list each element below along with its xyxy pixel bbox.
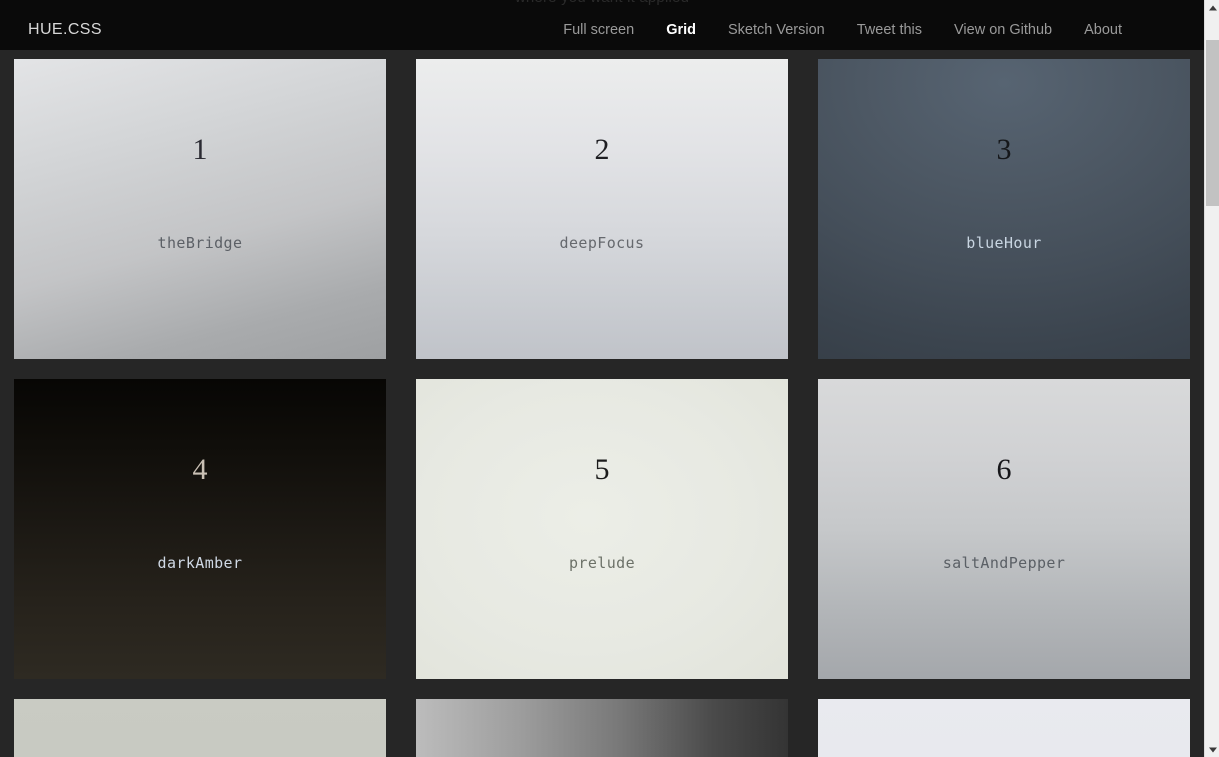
- palette-card-number: 5: [594, 453, 610, 486]
- palette-card-inner: 5 prelude: [416, 379, 788, 679]
- palette-card-label: saltAndPepper: [942, 554, 1066, 572]
- palette-card-label: prelude: [568, 554, 635, 572]
- palette-card[interactable]: 2 deepFocus: [416, 59, 788, 359]
- palette-card[interactable]: 4 darkAmber: [14, 379, 386, 679]
- palette-card-number: 3: [996, 133, 1012, 166]
- nav-item-grid[interactable]: Grid: [650, 18, 712, 42]
- brand-logo[interactable]: HUE.CSS: [28, 21, 102, 39]
- palette-card-inner: 7: [14, 699, 386, 757]
- palette-card-number: 1: [192, 133, 208, 166]
- palette-card-inner: 6 saltAndPepper: [818, 379, 1190, 679]
- scroll-down-button[interactable]: [1205, 742, 1219, 757]
- palette-card-number: 4: [192, 453, 208, 486]
- palette-card[interactable]: 9: [818, 699, 1190, 757]
- nav-item-tweet-this[interactable]: Tweet this: [841, 18, 938, 42]
- palette-card-inner: 4 darkAmber: [14, 379, 386, 679]
- browser-viewport: where you want it applied HUE.CSS Full s…: [0, 0, 1204, 757]
- palette-card-label: theBridge: [157, 234, 243, 252]
- palette-card-inner: 8: [416, 699, 788, 757]
- palette-card-inner: 2 deepFocus: [416, 59, 788, 359]
- nav-item-view-on-github[interactable]: View on Github: [938, 18, 1068, 42]
- tagline-text: where you want it applied: [0, 0, 1204, 6]
- nav-item-full-screen[interactable]: Full screen: [547, 18, 650, 42]
- scrollbar-thumb[interactable]: [1206, 40, 1219, 206]
- palette-card[interactable]: 3 blueHour: [818, 59, 1190, 359]
- grid-scroll-area[interactable]: 1 theBridge 2 deepFocus 3 blueHour 4 darkAmber 5…: [0, 50, 1204, 757]
- palette-card-label: deepFocus: [559, 234, 645, 252]
- palette-card-label: blueHour: [966, 234, 1042, 252]
- caret-down-icon: [1208, 747, 1217, 752]
- palette-card[interactable]: 6 saltAndPepper: [818, 379, 1190, 679]
- palette-card-number: 6: [996, 453, 1012, 486]
- caret-up-icon: [1208, 5, 1217, 10]
- nav-item-about[interactable]: About: [1068, 18, 1138, 42]
- palette-card-number: 2: [594, 133, 610, 166]
- palette-grid: 1 theBridge 2 deepFocus 3 blueHour 4 darkAmber 5…: [0, 50, 1204, 757]
- site-header: HUE.CSS Full screen Grid Sketch Version Twe…: [0, 10, 1204, 50]
- palette-card-inner: 1 theBridge: [14, 59, 386, 359]
- palette-card[interactable]: 7: [14, 699, 386, 757]
- palette-card[interactable]: 1 theBridge: [14, 59, 386, 359]
- palette-card-inner: 3 blueHour: [818, 59, 1190, 359]
- main-navigation: Full screen Grid Sketch Version Tweet this V…: [547, 18, 1138, 42]
- palette-card[interactable]: 8: [416, 699, 788, 757]
- palette-card-inner: 9: [818, 699, 1190, 757]
- nav-item-sketch-version[interactable]: Sketch Version: [712, 18, 841, 42]
- tagline-strip: where you want it applied: [0, 0, 1204, 10]
- palette-card-label: darkAmber: [157, 554, 243, 572]
- scroll-up-button[interactable]: [1205, 0, 1219, 15]
- page-root: where you want it applied HUE.CSS Full s…: [0, 0, 1219, 757]
- palette-card[interactable]: 5 prelude: [416, 379, 788, 679]
- vertical-scrollbar[interactable]: [1204, 0, 1219, 757]
